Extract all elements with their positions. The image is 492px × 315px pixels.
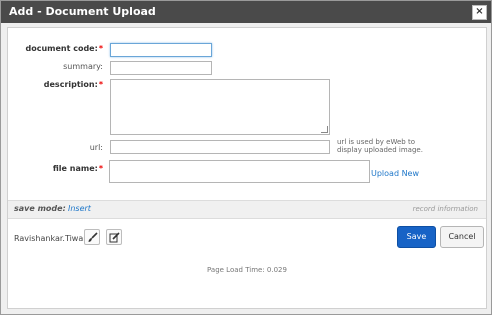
- required-marker: *: [98, 44, 103, 53]
- url-hint-line: display uploaded image.: [337, 146, 423, 154]
- summary-label: summary:: [63, 62, 103, 71]
- document-code-input[interactable]: [110, 43, 212, 57]
- description-field: [110, 79, 330, 135]
- description-textarea[interactable]: [110, 79, 330, 135]
- file-name-label: file name:*: [52, 164, 103, 173]
- upload-new-link[interactable]: Upload New: [371, 169, 419, 178]
- summary-input[interactable]: [110, 61, 212, 75]
- save-mode-bar: save mode: Insert record information: [8, 200, 486, 219]
- save-mode-label: save mode:: [14, 204, 66, 213]
- description-label: description:*: [43, 80, 103, 89]
- save-mode-value[interactable]: Insert: [68, 204, 91, 213]
- close-icon[interactable]: ×: [472, 5, 487, 20]
- document-upload-dialog: Add - Document Upload × document code:* …: [0, 0, 492, 315]
- url-hint-line: url is used by eWeb to: [337, 138, 415, 146]
- url-hint: url is used by eWeb to display uploaded …: [337, 138, 423, 154]
- file-name-input[interactable]: [109, 160, 370, 183]
- resize-grip-icon[interactable]: [321, 126, 328, 133]
- user-name: Ravishankar.Tiwari: [14, 234, 89, 243]
- title-bar[interactable]: Add - Document Upload ×: [1, 1, 491, 23]
- url-label: url:: [89, 143, 103, 152]
- brush-icon[interactable]: [84, 229, 100, 245]
- required-marker: *: [98, 80, 103, 89]
- dialog-title: Add - Document Upload: [9, 5, 156, 18]
- document-code-label: document code:*: [25, 44, 103, 53]
- edit-icon[interactable]: [106, 229, 122, 245]
- page-load-time: Page Load Time: 0.029: [207, 266, 287, 274]
- url-input[interactable]: [110, 140, 330, 154]
- form-panel: document code:* summary: description:* u…: [7, 27, 487, 309]
- required-marker: *: [98, 164, 103, 173]
- save-button[interactable]: Save: [397, 226, 436, 248]
- record-information-link[interactable]: record information: [413, 205, 478, 213]
- cancel-button[interactable]: Cancel: [440, 226, 484, 248]
